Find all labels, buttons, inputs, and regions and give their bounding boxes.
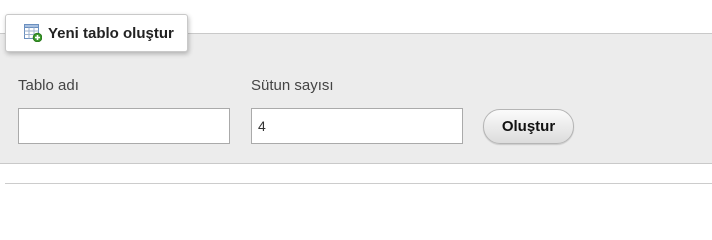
form-legend: Yeni tablo oluştur xyxy=(5,14,188,52)
table-name-label: Tablo adı xyxy=(18,77,79,94)
table-add-icon xyxy=(24,24,43,43)
divider xyxy=(5,183,712,184)
create-table-form: Yeni tablo oluştur Tablo adı Sütun sayıs… xyxy=(0,0,712,237)
column-count-label: Sütun sayısı xyxy=(251,77,334,94)
create-button[interactable]: Oluştur xyxy=(483,109,574,144)
table-name-input[interactable] xyxy=(18,108,230,144)
form-title: Yeni tablo oluştur xyxy=(48,24,174,42)
form-panel: Tablo adı Sütun sayısı xyxy=(0,33,712,164)
column-count-input[interactable] xyxy=(251,108,463,144)
